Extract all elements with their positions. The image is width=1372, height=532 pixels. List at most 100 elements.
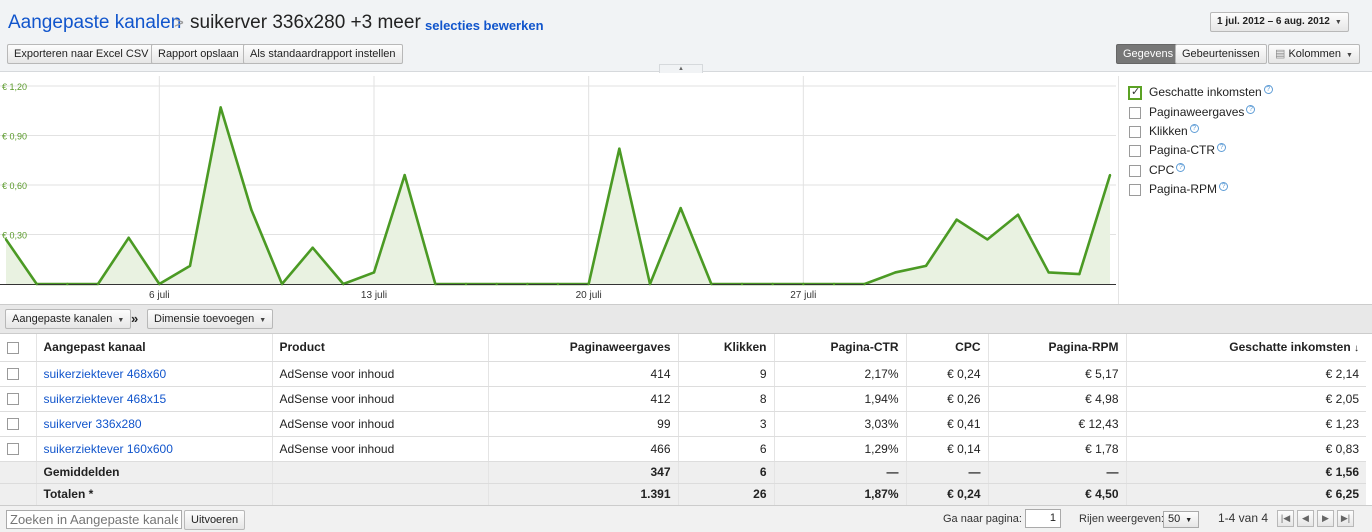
data-point — [403, 173, 406, 177]
data-point — [219, 106, 222, 109]
table-row: suikerziektever 160x600 AdSense voor inh… — [0, 436, 1366, 462]
rows-per-page-value: 50 — [1168, 513, 1181, 525]
checkbox-icon[interactable] — [1129, 106, 1141, 119]
chevron-down-icon: ▼ — [1185, 517, 1193, 524]
total-cpc: € 0,24 — [906, 483, 989, 506]
data-point — [863, 282, 866, 286]
legend-item-clicks[interactable]: Klikken? — [1129, 124, 1199, 142]
help-icon[interactable]: ? — [1217, 143, 1227, 152]
legend-label: Pagina-RPM — [1149, 182, 1218, 196]
channel-link[interactable]: suikerziektever 160x600 — [44, 442, 173, 456]
row-checkbox[interactable] — [7, 368, 19, 381]
x-tick-label: 20 juli — [576, 290, 602, 301]
data-point — [526, 282, 529, 286]
help-icon[interactable]: ? — [1189, 124, 1199, 133]
legend-item-page-views[interactable]: Paginaweergaves? — [1129, 105, 1256, 123]
channel-link[interactable]: suikerziektever 468x60 — [44, 367, 167, 381]
row-select-cell — [0, 436, 37, 462]
clicks-cell: 9 — [678, 361, 775, 387]
checkbox-icon[interactable] — [1129, 144, 1141, 157]
dimension-select[interactable]: Aangepaste kanalen ▼ — [5, 309, 132, 329]
row-checkbox[interactable] — [7, 443, 19, 456]
legend-item-estimated-earnings[interactable]: Geschatte inkomsten? — [1128, 85, 1273, 103]
rows-per-page-select[interactable]: 50 ▼ — [1163, 511, 1199, 528]
save-report-button[interactable]: Rapport opslaan — [151, 44, 246, 64]
column-header-clicks[interactable]: Klikken — [678, 334, 775, 362]
product-cell: AdSense voor inhoud — [272, 411, 489, 437]
data-point — [127, 236, 130, 239]
clicks-cell: 6 — [678, 436, 775, 462]
earnings-chart: € 1,20€ 0,90€ 0,60€ 0,306 juli 13 juli 20 … — [0, 76, 1116, 301]
column-header-estimated-earnings[interactable]: Geschatte inkomsten ↓ — [1126, 334, 1366, 362]
legend-item-page-ctr[interactable]: Pagina-CTR? — [1129, 143, 1227, 161]
series-area — [6, 107, 1110, 284]
breadcrumb-root-link[interactable]: Aangepaste kanalen — [8, 12, 181, 34]
legend-item-page-rpm[interactable]: Pagina-RPM? — [1129, 182, 1229, 200]
legend-label: Paginaweergaves — [1149, 105, 1245, 119]
goto-page-input[interactable]: 1 — [1025, 509, 1061, 528]
date-range-picker[interactable]: 1 jul. 2012 – 6 aug. 2012 ▼ — [1210, 12, 1349, 32]
column-header-page-rpm[interactable]: Pagina-RPM — [988, 334, 1127, 362]
total-page-ctr: 1,87% — [774, 483, 907, 506]
search-submit-button[interactable]: Uitvoeren — [184, 510, 246, 530]
page-rpm-cell: € 1,78 — [988, 436, 1127, 462]
help-icon[interactable]: ? — [1246, 105, 1256, 114]
prev-page-icon[interactable]: ◀ — [1297, 510, 1314, 527]
total-clicks: 26 — [678, 483, 775, 506]
search-input[interactable] — [6, 510, 182, 529]
checkbox-icon[interactable] — [1129, 125, 1141, 138]
channel-link[interactable]: suikerver 336x280 — [44, 417, 142, 431]
data-point — [955, 218, 958, 221]
avg-page-rpm: — — [988, 461, 1127, 484]
legend-item-cpc[interactable]: CPC? — [1129, 163, 1186, 181]
help-icon[interactable]: ? — [1263, 85, 1273, 94]
chevron-down-icon: ▼ — [117, 317, 125, 324]
clicks-cell: 8 — [678, 386, 775, 412]
edit-selection-link[interactable]: selecties bewerken — [425, 18, 544, 33]
export-csv-button[interactable]: Exporteren naar Excel CSV — [7, 44, 156, 64]
avg-clicks: 6 — [678, 461, 775, 484]
estimated-earnings-cell: € 0,83 — [1126, 436, 1366, 462]
estimated-earnings-cell: € 2,14 — [1126, 361, 1366, 387]
data-point — [1108, 173, 1112, 177]
checkbox-checked-icon[interactable] — [1128, 85, 1142, 100]
select-all-cell — [0, 334, 37, 362]
row-checkbox[interactable] — [7, 393, 19, 406]
column-header-product[interactable]: Product — [272, 334, 489, 362]
chevron-down-icon: ▼ — [259, 317, 267, 324]
column-header-channel[interactable]: Aangepast kanaal — [36, 334, 273, 362]
column-header-page-views[interactable]: Paginaweergaves — [488, 334, 679, 362]
goto-page-label: Ga naar pagina: — [943, 513, 1022, 525]
avg-cpc: — — [906, 461, 989, 484]
cpc-cell: € 0,26 — [906, 386, 989, 412]
add-dimension-button[interactable]: Dimensie toevoegen ▼ — [147, 309, 274, 329]
estimated-earnings-cell: € 1,23 — [1126, 411, 1366, 437]
channel-cell: suikerver 336x280 — [36, 411, 273, 437]
view-events-toggle[interactable]: Gebeurtenissen — [1175, 44, 1267, 64]
first-page-icon[interactable]: |◀ — [1277, 510, 1294, 527]
checkbox-icon[interactable] — [1129, 164, 1141, 177]
collapse-toggle-icon[interactable]: ▲ — [659, 64, 703, 73]
dimension-label: Aangepaste kanalen — [12, 313, 113, 325]
last-page-icon[interactable]: ▶| — [1337, 510, 1354, 527]
column-header-cpc[interactable]: CPC — [906, 334, 989, 362]
select-all-checkbox[interactable] — [7, 342, 19, 355]
table-header-row: Aangepast kanaal Product Paginaweergaves… — [0, 334, 1366, 362]
summary-product-cell — [272, 483, 489, 506]
view-data-toggle[interactable]: Gegevens — [1116, 44, 1181, 64]
next-page-icon[interactable]: ▶ — [1317, 510, 1334, 527]
column-header-page-ctr[interactable]: Pagina-CTR — [774, 334, 907, 362]
checkbox-icon[interactable] — [1129, 183, 1141, 196]
channel-link[interactable]: suikerziektever 468x15 — [44, 392, 167, 406]
data-point — [188, 264, 192, 268]
legend-label: Geschatte inkomsten — [1149, 85, 1262, 99]
help-icon[interactable]: ? — [1219, 182, 1229, 191]
legend-label: CPC — [1149, 163, 1175, 177]
set-default-report-button[interactable]: Als standaardrapport instellen — [243, 44, 403, 64]
dimension-bar: Aangepaste kanalen ▼ » Dimensie toevoegen… — [0, 304, 1372, 334]
help-icon[interactable]: ? — [1176, 163, 1186, 172]
columns-icon: ▤ — [1275, 48, 1289, 60]
x-tick-label: 27 juli — [790, 290, 816, 301]
columns-button[interactable]: ▤ Kolommen ▼ — [1268, 44, 1360, 64]
row-checkbox[interactable] — [7, 418, 19, 431]
